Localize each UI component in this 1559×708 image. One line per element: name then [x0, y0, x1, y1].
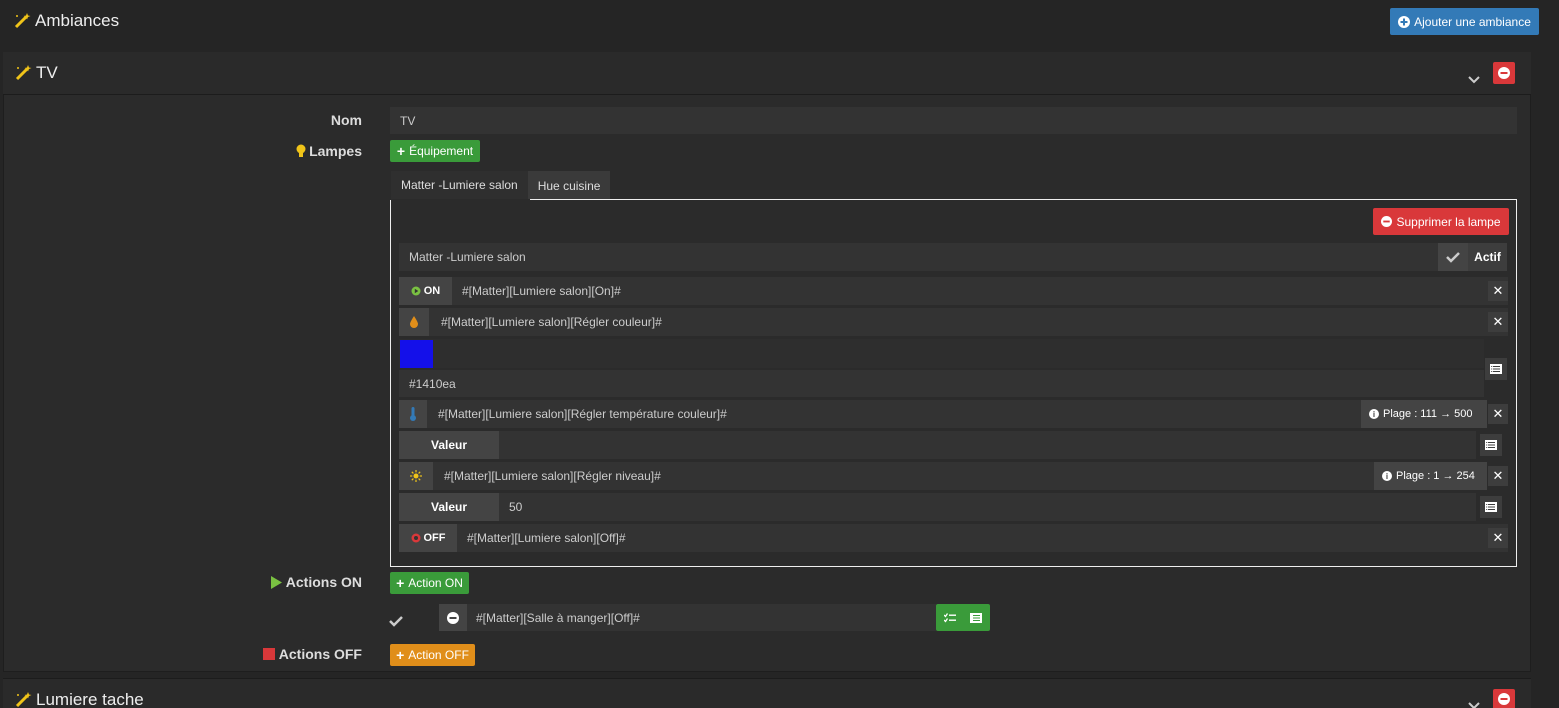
plus-icon: + — [396, 143, 406, 159]
tab-border — [530, 199, 1517, 200]
add-action-off-button[interactable]: + Action OFF — [390, 644, 475, 666]
magic-wand-icon — [14, 13, 31, 29]
color-list-button[interactable] — [1485, 358, 1507, 380]
stop-icon — [262, 648, 275, 660]
level-range-badge: i Plage : 1 → 254 — [1374, 462, 1487, 490]
check-icon — [1446, 252, 1460, 263]
color-command-row: #[Matter][Lumiere salon][Régler couleur]… — [399, 308, 1508, 336]
remove-temp-command-button[interactable]: ✕ — [1488, 404, 1508, 424]
level-list-button[interactable] — [1480, 496, 1502, 518]
name-input[interactable]: TV — [390, 107, 1517, 134]
plus-icon: + — [396, 647, 405, 663]
color-value-input[interactable]: #1410ea — [399, 370, 1484, 397]
action-on-row: #[Matter][Salle à manger][Off]# — [439, 604, 936, 631]
list-icon — [1485, 440, 1497, 450]
page-title: Ambiances — [35, 11, 120, 30]
magic-wand-icon — [15, 692, 32, 708]
list-icon — [1490, 364, 1502, 374]
ambiance-2-title: Lumiere tache — [14, 690, 144, 708]
level-value-row: Valeur 50 — [399, 493, 1476, 521]
remove-off-command-button[interactable]: ✕ — [1488, 528, 1508, 548]
level-command-row: #[Matter][Lumiere salon][Régler niveau]# — [399, 462, 1374, 490]
level-command-input[interactable]: #[Matter][Lumiere salon][Régler niveau]# — [433, 469, 661, 483]
level-addon — [399, 462, 433, 490]
temp-addon — [399, 400, 427, 428]
off-command-input[interactable]: #[Matter][Lumiere salon][Off]# — [457, 531, 626, 545]
sun-icon — [410, 470, 422, 482]
lightbulb-icon — [296, 144, 306, 157]
actions-off-label: Actions OFF — [162, 646, 362, 662]
minus-circle-icon — [1381, 216, 1393, 227]
add-equipment-button[interactable]: + Équipement — [390, 140, 480, 162]
list-icon — [1485, 502, 1497, 512]
temp-command-row: #[Matter][Lumiere salon][Régler températ… — [399, 400, 1361, 428]
close-icon: ✕ — [1492, 283, 1504, 298]
ambiance-panel-header[interactable] — [3, 52, 1531, 95]
level-value-label: Valeur — [399, 493, 499, 521]
on-command-input[interactable]: #[Matter][Lumiere salon][On]# — [452, 284, 621, 298]
page-header: Ambiances — [13, 11, 119, 31]
list-icon[interactable] — [970, 612, 982, 623]
remove-level-command-button[interactable]: ✕ — [1488, 466, 1508, 486]
chevron-down-icon[interactable] — [1467, 75, 1481, 85]
temp-value-label: Valeur — [399, 431, 499, 459]
add-action-on-button[interactable]: + Action ON — [390, 572, 469, 594]
remove-on-command-button[interactable]: ✕ — [1488, 281, 1508, 301]
action-enabled-checkbox[interactable] — [389, 615, 403, 627]
remove-color-command-button[interactable]: ✕ — [1488, 312, 1508, 332]
checkbox[interactable] — [1438, 243, 1468, 271]
color-command-input[interactable]: #[Matter][Lumiere salon][Régler couleur]… — [429, 315, 662, 329]
close-icon: ✕ — [1492, 468, 1504, 483]
on-command-row: ON #[Matter][Lumiere salon][On]# — [399, 277, 1508, 305]
chevron-down-icon[interactable] — [1467, 701, 1481, 708]
delete-ambiance-button[interactable] — [1493, 62, 1515, 84]
tab-lamp-1[interactable]: Matter -Lumiere salon — [391, 171, 528, 200]
delete-ambiance-2-button[interactable] — [1493, 689, 1515, 708]
actif-toggle[interactable]: Actif — [1438, 243, 1507, 271]
minus-circle-icon — [1498, 67, 1510, 79]
tab-gap — [390, 199, 530, 200]
temp-range-badge: i Plage : 111 → 500 — [1361, 400, 1487, 428]
temp-list-button[interactable] — [1480, 434, 1502, 456]
lamp-tabs: Matter -Lumiere salon Hue cuisine — [391, 171, 611, 200]
temp-command-input[interactable]: #[Matter][Lumiere salon][Régler températ… — [427, 407, 727, 421]
action-tools — [936, 604, 990, 631]
info-icon: i — [1369, 409, 1379, 419]
actions-on-label: Actions ON — [162, 574, 362, 590]
minus-circle-icon — [447, 611, 459, 624]
color-picker-row — [399, 339, 1484, 368]
color-addon — [399, 308, 429, 336]
add-ambiance-button[interactable]: Ajouter une ambiance — [1390, 8, 1539, 35]
off-command-row: OFF #[Matter][Lumiere salon][Off]# — [399, 524, 1508, 552]
close-icon: ✕ — [1492, 314, 1504, 329]
ambiance-panel-2-header[interactable] — [3, 678, 1531, 708]
action-command-input[interactable]: #[Matter][Salle à manger][Off]# — [467, 611, 640, 625]
remove-action-button[interactable] — [439, 604, 467, 631]
tab-lamp-2[interactable]: Hue cuisine — [527, 171, 611, 200]
stop-circle-icon — [411, 533, 420, 543]
on-addon: ON — [399, 277, 452, 305]
magic-wand-icon — [15, 65, 32, 81]
droplet-icon — [410, 316, 418, 328]
plus-circle-icon — [1398, 15, 1411, 28]
color-swatch[interactable] — [400, 340, 433, 368]
close-icon: ✕ — [1492, 406, 1504, 421]
delete-lamp-button[interactable]: Supprimer la lampe — [1373, 208, 1509, 235]
minus-circle-icon — [1498, 692, 1510, 705]
play-icon — [270, 575, 282, 589]
play-circle-icon — [411, 286, 421, 296]
close-icon: ✕ — [1492, 530, 1504, 545]
lamp-name-field[interactable]: Matter -Lumiere salon — [399, 243, 1438, 271]
lamps-label: Lampes — [162, 143, 362, 159]
name-label: Nom — [330, 112, 362, 128]
temp-value-row: Valeur — [399, 431, 1476, 459]
ambiance-title: TV — [14, 63, 58, 83]
tasks-icon[interactable] — [944, 612, 956, 623]
thermometer-icon — [410, 407, 416, 421]
level-value-input[interactable]: 50 — [499, 500, 522, 514]
info-icon: i — [1382, 471, 1392, 481]
plus-icon: + — [396, 575, 405, 591]
off-addon: OFF — [399, 524, 457, 552]
